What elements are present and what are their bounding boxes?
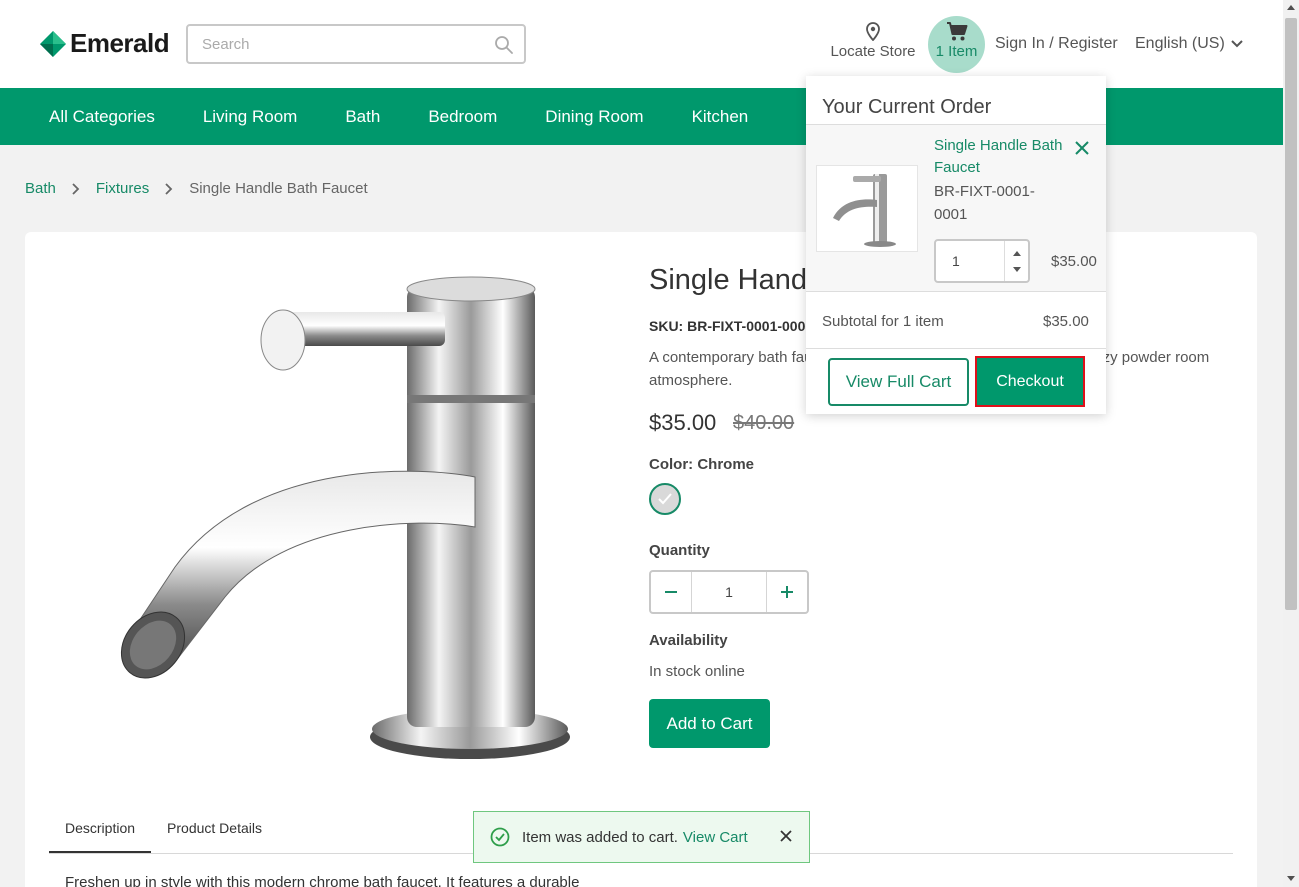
cart-button[interactable]: 1 Item — [928, 16, 985, 73]
added-to-cart-toast: Item was added to cart. View Cart — [473, 811, 810, 863]
check-icon — [658, 493, 672, 505]
add-to-cart-button[interactable]: Add to Cart — [649, 699, 770, 748]
chevron-right-icon — [72, 182, 80, 195]
page-scrollbar[interactable] — [1283, 0, 1299, 887]
location-pin-icon — [866, 22, 880, 41]
nav-item-kitchen[interactable]: Kitchen — [668, 107, 773, 127]
quantity-stepper: 1 — [649, 570, 809, 614]
plus-icon — [781, 586, 793, 598]
availability-status: In stock online — [649, 663, 745, 680]
search-input[interactable] — [188, 26, 478, 62]
logo[interactable]: Emerald — [40, 28, 170, 59]
quantity-spinner[interactable] — [1004, 241, 1028, 281]
mini-cart-subtotal-label: Subtotal for 1 item — [822, 313, 944, 330]
color-swatch-chrome[interactable] — [649, 483, 681, 515]
nav-item-all-categories[interactable]: All Categories — [25, 107, 179, 127]
scroll-down-arrow-icon[interactable] — [1287, 876, 1295, 881]
nav-item-living-room[interactable]: Living Room — [179, 107, 322, 127]
language-selector[interactable]: English (US) — [1135, 35, 1243, 53]
mini-cart-item-name[interactable]: Single Handle Bath Faucet — [934, 135, 1074, 179]
nav-item-bath[interactable]: Bath — [321, 107, 404, 127]
product-image[interactable] — [95, 267, 605, 797]
logo-text: Emerald — [70, 28, 170, 58]
cart-icon — [946, 22, 967, 41]
tab-product-details[interactable]: Product Details — [151, 810, 278, 853]
close-icon[interactable] — [779, 829, 793, 847]
chevron-right-icon — [165, 182, 173, 195]
availability-label: Availability — [649, 632, 728, 649]
tab-description[interactable]: Description — [49, 810, 152, 853]
spinner-down-icon[interactable] — [1013, 267, 1021, 272]
breadcrumb-bath[interactable]: Bath — [25, 180, 56, 197]
color-label: Color: Chrome — [649, 456, 754, 473]
increase-quantity-button[interactable] — [767, 572, 807, 612]
product-price: $35.00 — [649, 410, 717, 435]
spinner-up-icon[interactable] — [1013, 251, 1021, 256]
checkout-button[interactable]: Checkout — [975, 356, 1085, 407]
product-long-description: Freshen up in style with this modern chr… — [65, 874, 580, 887]
breadcrumb-fixtures[interactable]: Fixtures — [96, 180, 149, 197]
cart-count-label: 1 Item — [935, 43, 978, 60]
product-sku: SKU: BR-FIXT-0001-0001 — [649, 318, 814, 334]
product-old-price: $40.00 — [733, 412, 795, 434]
search-box — [186, 24, 526, 64]
toast-message: Item was added to cart. — [522, 828, 678, 846]
nav-item-dining-room[interactable]: Dining Room — [521, 107, 667, 127]
scrollbar-thumb[interactable] — [1285, 18, 1297, 610]
breadcrumb: Bath Fixtures Single Handle Bath Faucet — [25, 180, 368, 197]
breadcrumb-current: Single Handle Bath Faucet — [189, 180, 368, 197]
emerald-logo-icon — [40, 30, 66, 57]
mini-cart-item: Single Handle Bath Faucet BR-FIXT-0001-0… — [806, 124, 1106, 292]
decrease-quantity-button[interactable] — [651, 572, 691, 612]
remove-item-icon[interactable] — [1074, 140, 1090, 161]
mini-cart-item-image[interactable] — [816, 165, 918, 252]
mini-cart-quantity-value: 1 — [952, 253, 960, 269]
nav-item-bedroom[interactable]: Bedroom — [404, 107, 521, 127]
chevron-down-icon — [1231, 40, 1243, 48]
sign-in-register-link[interactable]: Sign In / Register — [995, 35, 1118, 53]
site-header: Emerald Locate Store 1 Item Sign In / Re… — [0, 0, 1283, 88]
mini-cart-subtotal-value: $35.00 — [1043, 313, 1089, 330]
quantity-label: Quantity — [649, 542, 710, 559]
mini-cart-item-sku: BR-FIXT-0001-0001 — [934, 183, 1035, 223]
search-icon[interactable] — [494, 35, 514, 60]
check-circle-icon — [490, 827, 510, 847]
mini-cart-quantity-input[interactable]: 1 — [934, 239, 1030, 283]
toast-view-cart-link[interactable]: View Cart — [683, 829, 748, 846]
locate-store-link[interactable]: Locate Store — [823, 22, 923, 60]
mini-cart-dropdown: Your Current Order Single Handle Bath Fa… — [806, 76, 1106, 414]
mini-cart-title: Your Current Order — [822, 96, 992, 118]
locate-store-label: Locate Store — [830, 43, 916, 60]
divider — [806, 348, 1106, 349]
view-full-cart-button[interactable]: View Full Cart — [828, 358, 969, 406]
language-label: English (US) — [1135, 35, 1225, 52]
minus-icon — [665, 591, 677, 593]
quantity-input[interactable]: 1 — [691, 572, 767, 612]
mini-cart-item-price: $35.00 — [1051, 253, 1097, 270]
scroll-up-arrow-icon[interactable] — [1287, 5, 1295, 10]
